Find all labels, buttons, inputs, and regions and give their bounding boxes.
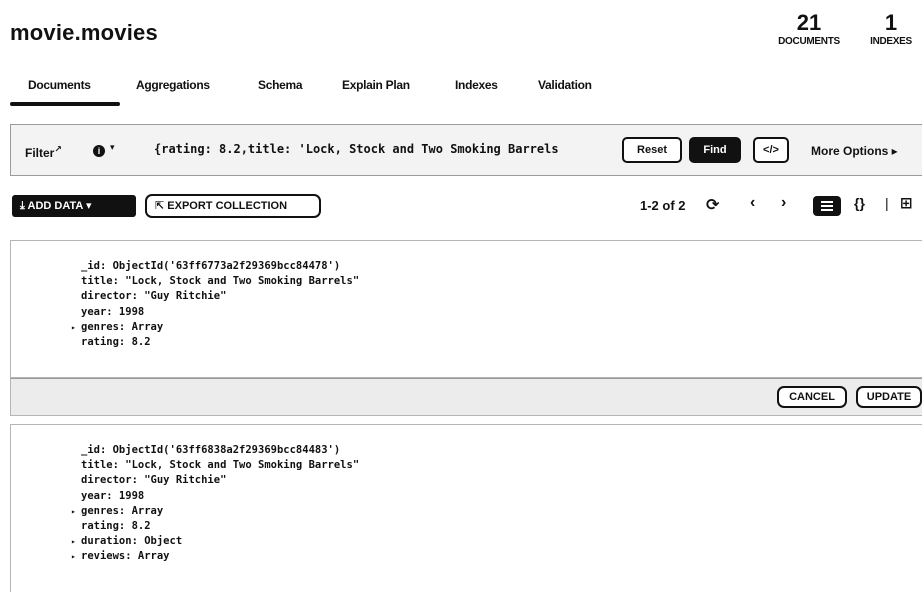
documents-count: 21 xyxy=(796,10,822,35)
document-fields: _id: ObjectId('63ff6773a2f29369bcc84478'… xyxy=(71,259,360,350)
expand-icon[interactable]: ▸ xyxy=(71,534,76,549)
tab-aggregations[interactable]: Aggregations xyxy=(136,78,210,92)
expand-icon[interactable]: ▸ xyxy=(71,549,76,564)
refresh-icon[interactable]: ⟳ xyxy=(706,195,719,215)
find-button[interactable]: Find xyxy=(689,137,741,163)
indexes-count: 1 xyxy=(884,10,898,35)
info-icon[interactable]: i xyxy=(93,145,105,157)
list-view-toggle[interactable] xyxy=(813,196,841,216)
filter-query-input[interactable]: {rating: 8.2,title: 'Lock, Stock and Two… xyxy=(154,142,620,160)
next-page-icon[interactable]: › xyxy=(781,194,786,212)
add-data-button[interactable]: ⤓ ADD DATA ▾ xyxy=(12,195,136,217)
filter-label[interactable]: Filter↗ xyxy=(25,144,62,160)
pagination-text: 1-2 of 2 xyxy=(640,198,686,213)
document-field: _id: ObjectId('63ff6838a2f29369bcc84483'… xyxy=(81,444,341,456)
document-field-expandable[interactable]: ▸ genres: Array xyxy=(71,320,359,335)
document-card[interactable]: _id: ObjectId('63ff6773a2f29369bcc84478'… xyxy=(10,240,922,378)
download-icon: ⤓ xyxy=(20,200,25,212)
indexes-label: INDEXES xyxy=(870,36,912,47)
documents-stat: 21 DOCUMENTS xyxy=(768,10,850,48)
tab-documents[interactable]: Documents xyxy=(28,78,91,92)
chevron-down-icon: ▾ xyxy=(86,200,92,212)
collection-title: movie.movies xyxy=(10,20,158,45)
document-field-expandable[interactable]: ▸ reviews: Array xyxy=(71,549,359,564)
document-field-expandable[interactable]: ▸ genres: Array xyxy=(71,504,359,519)
previous-page-icon[interactable]: ‹ xyxy=(750,194,755,212)
document-edit-bar: CANCEL UPDATE xyxy=(10,378,922,416)
document-field: year: 1998 xyxy=(81,489,145,502)
document-field: rating: 8.2 xyxy=(81,520,151,533)
filter-bar: Filter↗ i ▾ {rating: 8.2,title: 'Lock, S… xyxy=(10,124,922,176)
indexes-stat: 1 INDEXES xyxy=(862,10,920,48)
active-tab-indicator xyxy=(10,102,120,106)
collection-tabs: Documents Aggregations Schema Explain Pl… xyxy=(0,78,922,106)
update-button[interactable]: UPDATE xyxy=(856,386,922,408)
code-view-button[interactable]: </> xyxy=(753,137,789,163)
export-collection-button[interactable]: ⇱ EXPORT COLLECTION xyxy=(145,194,321,218)
documents-label: DOCUMENTS xyxy=(778,36,840,47)
chevron-down-icon[interactable]: ▾ xyxy=(110,142,115,153)
divider: | xyxy=(885,195,889,211)
json-view-icon[interactable]: {} xyxy=(854,195,865,211)
document-field: title: "Lock, Stock and Two Smoking Barr… xyxy=(81,459,360,472)
expand-icon[interactable]: ▸ xyxy=(71,504,76,519)
tab-schema[interactable]: Schema xyxy=(258,78,303,92)
cancel-button[interactable]: CANCEL xyxy=(777,386,847,408)
tab-indexes[interactable]: Indexes xyxy=(455,78,498,92)
more-options-button[interactable]: More Options ▸ xyxy=(811,144,898,158)
document-field-expandable[interactable]: ▸ duration: Object xyxy=(71,534,359,549)
tab-validation[interactable]: Validation xyxy=(538,78,592,92)
external-link-icon: ↗ xyxy=(54,144,62,154)
document-field: year: 1998 xyxy=(81,305,145,318)
document-field: title: "Lock, Stock and Two Smoking Barr… xyxy=(81,275,360,288)
table-view-icon[interactable]: ⊞ xyxy=(900,194,913,212)
tab-explain-plan[interactable]: Explain Plan xyxy=(342,78,410,92)
document-field: director: "Guy Ritchie" xyxy=(81,474,227,487)
reset-button[interactable]: Reset xyxy=(622,137,682,163)
document-field: _id: ObjectId('63ff6773a2f29369bcc84478'… xyxy=(81,260,341,272)
document-fields: _id: ObjectId('63ff6838a2f29369bcc84483'… xyxy=(71,443,360,565)
document-field: director: "Guy Ritchie" xyxy=(81,290,227,303)
document-field: rating: 8.2 xyxy=(81,336,151,349)
document-card[interactable]: _id: ObjectId('63ff6838a2f29369bcc84483'… xyxy=(10,424,922,592)
export-icon: ⇱ xyxy=(155,200,168,212)
expand-icon[interactable]: ▸ xyxy=(71,320,76,335)
list-icon xyxy=(821,201,833,203)
